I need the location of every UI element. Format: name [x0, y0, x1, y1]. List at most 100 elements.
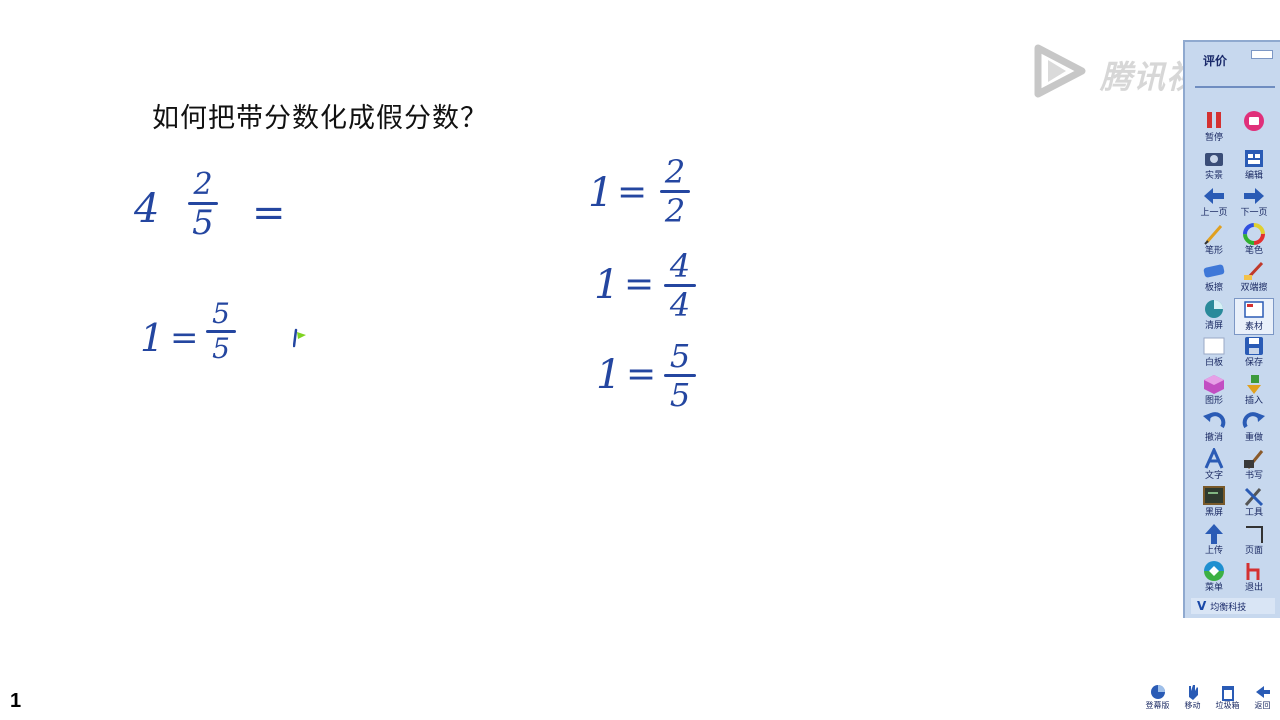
mixed-fraction: 2 5 — [188, 170, 218, 243]
one-digit: 1 — [140, 316, 165, 360]
toolbar-button-label: 白板 — [1204, 358, 1223, 368]
mixed-whole-digit: 4 — [134, 186, 160, 232]
double-eraser-icon — [1244, 261, 1264, 280]
divider — [1195, 86, 1275, 88]
next-page-button[interactable]: 下一页 — [1234, 185, 1274, 223]
pen-cursor-icon — [293, 328, 306, 348]
camera-button[interactable]: 实景 — [1194, 148, 1234, 186]
pause-icon — [1207, 112, 1221, 128]
right-fraction-denominator: 2 — [664, 192, 686, 230]
blackboard-button[interactable]: 黑屏 — [1194, 485, 1234, 523]
right-fraction-denominator: 4 — [669, 286, 691, 324]
upload-button[interactable]: 上传 — [1194, 523, 1234, 561]
eraser-icon — [1203, 264, 1225, 278]
toolbar-button-label: 笔色 — [1244, 245, 1263, 256]
eraser-button[interactable]: 板擦 — [1194, 260, 1234, 298]
material-button[interactable]: 素材 — [1234, 297, 1274, 335]
pen-color-button[interactable]: 笔色 — [1234, 222, 1274, 261]
screen-board-button[interactable]: 登幕版 — [1140, 683, 1175, 720]
toolbar-button-label: 下一页 — [1240, 208, 1268, 218]
bottom-tool-label: 移动 — [1184, 701, 1201, 710]
toolbar-button-label: 保存 — [1244, 358, 1263, 368]
writing-icon — [1244, 449, 1264, 469]
pen-icon — [1204, 224, 1223, 245]
one-digit: 1 — [594, 262, 620, 308]
trash-button[interactable]: 垃圾箱 — [1210, 683, 1245, 720]
writing-button[interactable]: 书写 — [1234, 448, 1274, 486]
toolbar-footer: V 均衡科技 — [1191, 598, 1275, 614]
toolbar-button-label: 笔形 — [1204, 245, 1223, 256]
insert-button[interactable]: 插入 — [1234, 373, 1274, 411]
right-fraction-numerator: 5 — [669, 337, 691, 375]
camera-icon — [1205, 152, 1223, 166]
trash-icon — [1221, 686, 1234, 701]
clear-screen-icon — [1205, 299, 1223, 318]
screen-icon — [1150, 685, 1165, 699]
toolbar-button-label: 书写 — [1244, 470, 1263, 481]
blackboard-icon — [1203, 486, 1225, 505]
right-fraction-denominator: 5 — [669, 376, 691, 414]
prev-page-button[interactable]: 上一页 — [1194, 185, 1234, 223]
toolbar-button-label: 素材 — [1244, 321, 1263, 332]
toolbar-button-label: 工具 — [1244, 508, 1263, 518]
record-button[interactable] — [1234, 110, 1274, 148]
arrow-right-icon — [1244, 188, 1264, 204]
edit-window-icon — [1245, 149, 1263, 167]
save-icon — [1245, 337, 1263, 355]
toolbar-header-label: 评价 — [1203, 54, 1228, 68]
bottom-tool-label: 登幕版 — [1145, 701, 1170, 710]
mixed-fraction-denominator: 5 — [192, 203, 214, 243]
toolbar-button-label: 上一页 — [1200, 208, 1228, 218]
right-fraction-3: 5 5 — [664, 340, 696, 411]
toolbar-button-label: 重做 — [1244, 433, 1263, 443]
bottom-tool-label: 返回 — [1254, 701, 1271, 710]
toolbar-button-label: 图形 — [1204, 395, 1223, 406]
toolbar-minimize-button[interactable] — [1251, 50, 1273, 59]
toolbar-button-label: 双端擦 — [1240, 283, 1268, 293]
record-icon — [1244, 111, 1264, 131]
one-digit: 1 — [588, 170, 614, 216]
shape-icon — [1204, 374, 1224, 394]
equals-sign: = — [252, 190, 286, 236]
whiteboard-button[interactable]: 白板 — [1194, 335, 1234, 373]
toolbar-button-label: 暂停 — [1204, 133, 1223, 143]
toolbar-button-label: 退出 — [1244, 583, 1263, 593]
toolbar-button-label: 黑屏 — [1204, 508, 1223, 518]
move-button[interactable]: 移动 — [1175, 683, 1210, 720]
right-fraction-1: 2 2 — [660, 156, 690, 227]
tools-button[interactable]: 工具 — [1234, 485, 1274, 523]
pause-button[interactable]: 暂停 — [1194, 110, 1234, 148]
whiteboard-canvas[interactable]: 如何把带分数化成假分数？ 4 2 5 = 1 = 5 5 1 = 2 2 1 =… — [0, 0, 1180, 720]
text-icon — [1204, 447, 1224, 469]
left-fraction: 5 5 — [206, 300, 236, 363]
insert-icon — [1247, 374, 1261, 394]
play-logo-icon — [1034, 44, 1086, 98]
left-fraction-numerator: 5 — [212, 297, 230, 330]
toolbar-button-label: 撤消 — [1204, 433, 1223, 443]
upload-icon — [1205, 523, 1223, 544]
redo-button[interactable]: 重做 — [1234, 410, 1274, 448]
exit-button[interactable]: 退出 — [1234, 560, 1274, 598]
clear-screen-button[interactable]: 清屏 — [1194, 298, 1234, 336]
page-button[interactable]: 页面 — [1234, 523, 1274, 561]
save-button[interactable]: 保存 — [1234, 335, 1274, 373]
arrow-left-icon — [1204, 188, 1224, 204]
toolbar-button-label: 文字 — [1204, 470, 1223, 481]
whiteboard-icon — [1203, 337, 1225, 355]
text-button[interactable]: 文字 — [1194, 447, 1234, 486]
exit-icon — [1246, 563, 1260, 580]
side-toolbar: 评价 暂停 实景 编辑 上一页 下一页 笔形 笔色 板擦 双端擦 清屏 素材 白… — [1183, 40, 1280, 618]
equals-sign: = — [617, 172, 648, 213]
tools-icon — [1244, 487, 1264, 507]
menu-button[interactable]: 菜单 — [1194, 560, 1234, 598]
pen-button[interactable]: 笔形 — [1194, 223, 1234, 261]
toolbar-button-label: 上传 — [1204, 545, 1223, 556]
shape-button[interactable]: 图形 — [1194, 373, 1234, 411]
back-button[interactable]: 返回 — [1245, 683, 1280, 720]
equals-sign: = — [170, 318, 199, 358]
toolbar-button-label: 实景 — [1204, 170, 1223, 181]
undo-button[interactable]: 撤消 — [1194, 410, 1234, 448]
menu-icon — [1204, 561, 1224, 581]
edit-window-button[interactable]: 编辑 — [1234, 148, 1274, 186]
double-eraser-button[interactable]: 双端擦 — [1234, 260, 1274, 298]
